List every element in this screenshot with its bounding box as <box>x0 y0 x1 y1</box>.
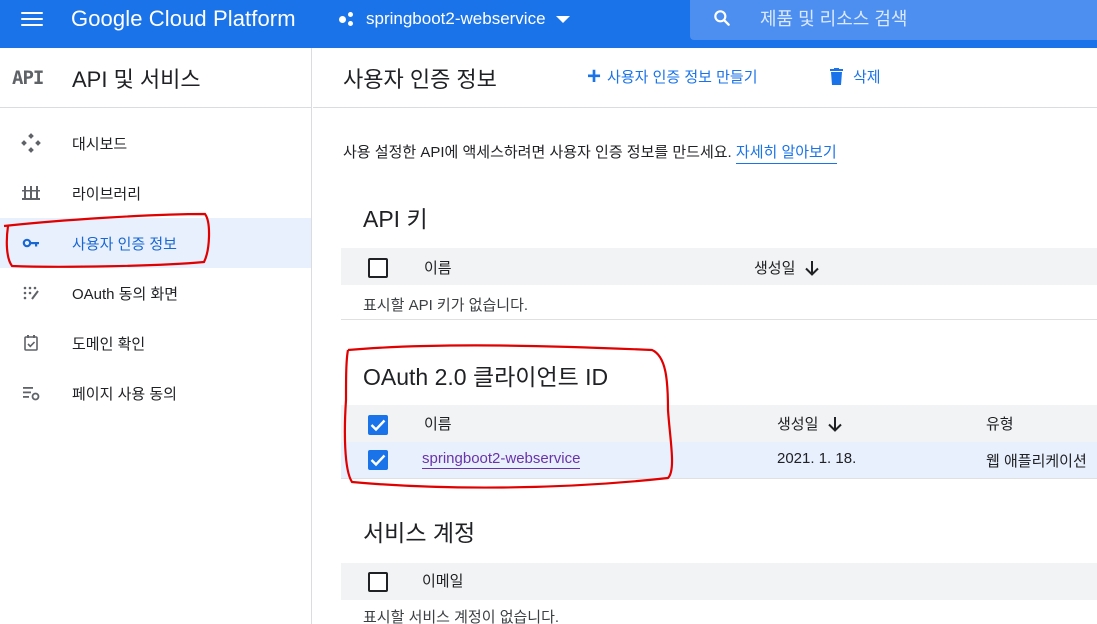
domain-check-icon <box>20 333 42 353</box>
sidebar-item-label: 라이브러리 <box>72 186 142 203</box>
project-selector[interactable]: springboot2-webservice <box>338 8 570 30</box>
service-accounts-empty-message: 표시할 서비스 계정이 없습니다. <box>363 609 560 624</box>
dashboard-icon <box>20 133 42 153</box>
oauth-section-title: OAuth 2.0 클라이언트 ID <box>363 364 609 390</box>
main-menu-button[interactable] <box>6 0 58 38</box>
project-dots-icon <box>338 11 358 27</box>
create-credentials-label: 사용자 인증 정보 만들기 <box>607 69 758 86</box>
column-header-created-label: 생성일 <box>777 416 819 433</box>
sidebar-item-library[interactable]: 라이브러리 <box>0 168 311 218</box>
api-keys-empty-message: 표시할 API 키가 없습니다. <box>363 297 529 314</box>
column-header-email[interactable]: 이메일 <box>422 570 463 591</box>
column-header-created[interactable]: 생성일 <box>777 413 843 434</box>
column-header-created[interactable]: 생성일 <box>754 257 820 278</box>
search-bar[interactable]: 제품 및 리소스 검색 <box>690 0 1097 40</box>
sidebar-item-label: 사용자 인증 정보 <box>72 236 177 253</box>
product-name[interactable]: Google Cloud Platform <box>71 6 296 32</box>
hamburger-menu-icon <box>21 11 43 27</box>
search-icon <box>714 10 730 26</box>
sidebar-item-label: 도메인 확인 <box>72 336 146 353</box>
sidebar: API API 및 서비스 대시보드 라이브러리 사용자 인증 정보 OAuth… <box>0 48 312 624</box>
learn-more-link[interactable]: 자세히 알아보기 <box>735 144 837 164</box>
client-type-cell: 웹 애플리케이션 <box>986 453 1087 470</box>
column-header-type[interactable]: 유형 <box>986 413 1014 434</box>
chevron-down-icon <box>555 15 570 23</box>
api-keys-select-all-checkbox[interactable] <box>368 258 388 278</box>
row-checkbox[interactable] <box>368 450 388 470</box>
check-icon <box>370 419 386 432</box>
page-header: 사용자 인증 정보 + 사용자 인증 정보 만들기 삭제 <box>313 48 1097 108</box>
sidebar-item-label: OAuth 동의 화면 <box>72 286 179 303</box>
oauth-consent-icon <box>20 283 42 303</box>
check-icon <box>370 454 386 467</box>
sidebar-header: API API 및 서비스 <box>0 48 311 108</box>
delete-button[interactable]: 삭제 <box>830 66 881 87</box>
sidebar-item-dashboard[interactable]: 대시보드 <box>0 118 311 168</box>
client-name-cell: springboot2-webservice <box>422 450 581 469</box>
trash-icon <box>830 68 843 85</box>
page-usage-icon <box>20 383 42 403</box>
main-content: 사용자 인증 정보 + 사용자 인증 정보 만들기 삭제 사용 설정한 API에… <box>313 48 1097 624</box>
sidebar-item-credentials[interactable]: 사용자 인증 정보 <box>0 218 311 268</box>
sidebar-item-domain-verification[interactable]: 도메인 확인 <box>0 318 311 368</box>
plus-icon: + <box>587 62 602 90</box>
arrow-down-icon <box>828 417 843 432</box>
api-keys-table-header: 이름 생성일 <box>341 248 1097 285</box>
search-input[interactable]: 제품 및 리소스 검색 <box>760 5 907 31</box>
column-header-created-label: 생성일 <box>754 260 796 277</box>
library-icon <box>20 183 42 203</box>
oauth-select-all-checkbox[interactable] <box>368 415 388 435</box>
api-keys-empty-row: 표시할 API 키가 없습니다. <box>341 285 1097 320</box>
arrow-down-icon <box>805 261 820 276</box>
sidebar-item-oauth-consent[interactable]: OAuth 동의 화면 <box>0 268 311 318</box>
sidebar-nav: 대시보드 라이브러리 사용자 인증 정보 OAuth 동의 화면 도메인 확인 <box>0 118 311 418</box>
create-credentials-button[interactable]: + 사용자 인증 정보 만들기 <box>587 62 758 90</box>
sidebar-item-page-usage[interactable]: 페이지 사용 동의 <box>0 368 311 418</box>
top-app-bar: Google Cloud Platform springboot2-webser… <box>0 0 1097 48</box>
oauth-table-header: 이름 생성일 유형 <box>341 405 1097 442</box>
client-created-cell: 2021. 1. 18. <box>777 450 857 467</box>
api-keys-section-title: API 키 <box>363 206 428 232</box>
sidebar-item-label: 페이지 사용 동의 <box>72 386 177 403</box>
sidebar-item-label: 대시보드 <box>72 136 128 153</box>
intro-text: 사용 설정한 API에 액세스하려면 사용자 인증 정보를 만드세요. 자세히 … <box>343 141 837 164</box>
column-header-name[interactable]: 이름 <box>424 257 452 278</box>
api-logo-icon: API <box>12 66 44 89</box>
service-accounts-section-title: 서비스 계정 <box>363 520 476 546</box>
client-name-link[interactable]: springboot2-webservice <box>422 450 581 469</box>
service-accounts-select-all-checkbox[interactable] <box>368 572 388 592</box>
intro-message: 사용 설정한 API에 액세스하려면 사용자 인증 정보를 만드세요. <box>343 144 736 161</box>
delete-label: 삭제 <box>853 69 881 86</box>
service-accounts-empty-row: 표시할 서비스 계정이 없습니다. <box>341 600 1097 624</box>
project-name: springboot2-webservice <box>366 9 546 28</box>
table-row[interactable]: springboot2-webservice 2021. 1. 18. 웹 애플… <box>341 442 1097 479</box>
column-header-name[interactable]: 이름 <box>424 413 452 434</box>
key-icon <box>20 233 42 253</box>
sidebar-title: API 및 서비스 <box>72 66 201 92</box>
page-title: 사용자 인증 정보 <box>343 67 497 92</box>
service-accounts-table-header: 이메일 <box>341 563 1097 600</box>
